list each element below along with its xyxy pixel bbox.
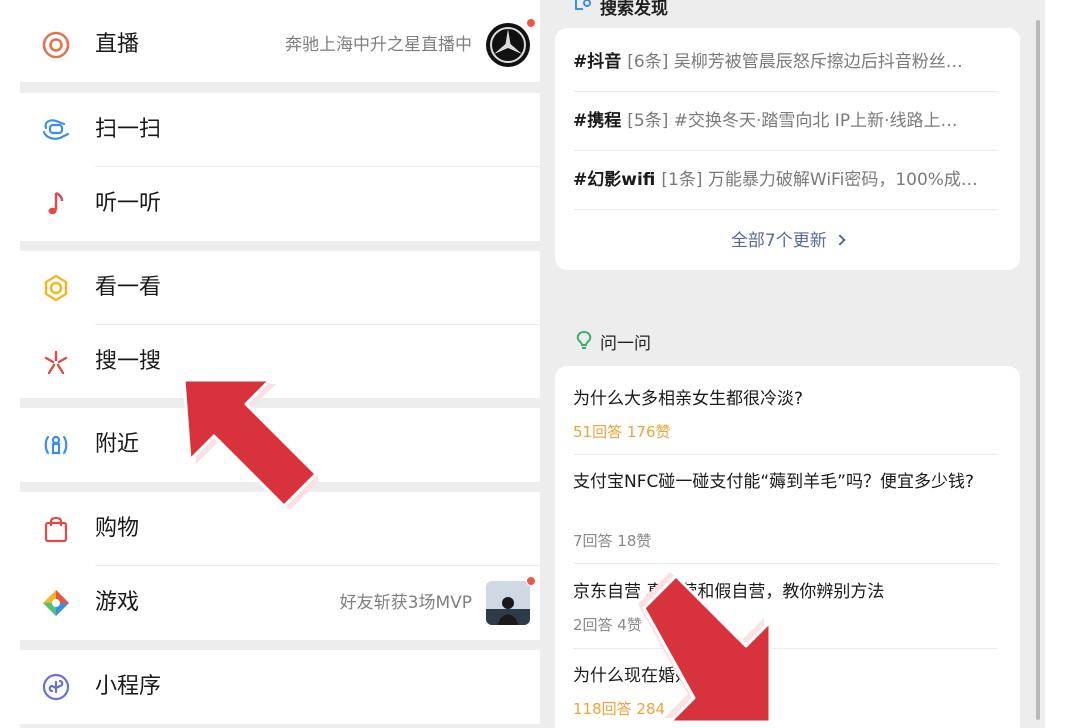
discovery-item[interactable]: #抖音 [6条] 吴柳芳被管晨辰怒斥擦边后抖音粉丝… <box>573 32 998 92</box>
discover-item-shopping-label: 购物 <box>95 516 140 541</box>
discovery-tag: #抖音 <box>573 52 622 72</box>
music-note-icon <box>40 188 72 220</box>
chevron-right-icon <box>834 234 846 246</box>
nearby-icon <box>40 429 72 461</box>
discovery-item[interactable]: #幻影wifi [1条] 万能暴力破解WiFi密码，100%成… <box>573 150 998 210</box>
question-meta: 7回答 18赞 <box>573 532 652 550</box>
discovery-text: #交换冬天·踏雪向北 IP上新·线路上… <box>673 111 958 131</box>
discover-menu: 直播 奔驰上海中升之星直播中 扫一扫 听一听 看一看 搜一搜 附近 购物 游戏 … <box>20 0 540 728</box>
live-icon <box>40 29 72 61</box>
discovery-text: 吴柳芳被管晨辰怒斥擦边后抖音粉丝… <box>673 52 963 72</box>
game-icon <box>40 587 72 619</box>
question-meta: 51回答 176赞 <box>573 423 671 441</box>
discover-item-look-label: 看一看 <box>95 275 162 300</box>
discover-item-listen-label: 听一听 <box>95 191 162 216</box>
scan-icon <box>40 114 72 146</box>
games-status-text: 好友斩获3场MVP <box>339 593 472 613</box>
games-avatar <box>486 581 530 625</box>
shopping-bag-icon <box>40 513 72 545</box>
live-status-text: 奔驰上海中升之星直播中 <box>285 35 472 55</box>
discover-group-live: 直播 奔驰上海中升之星直播中 <box>20 0 540 82</box>
discover-item-mini-programs-label: 小程序 <box>95 674 162 699</box>
discover-item-live[interactable]: 直播 奔驰上海中升之星直播中 <box>20 8 540 82</box>
divider <box>573 454 998 455</box>
question-title: 为什么大多相亲女生都很冷淡? <box>573 389 804 409</box>
discover-item-scan[interactable]: 扫一扫 <box>20 93 540 167</box>
divider <box>573 209 998 210</box>
discovery-tag: #携程 <box>573 111 622 131</box>
discover-item-look[interactable]: 看一看 <box>20 251 540 325</box>
discover-group-scan-listen: 扫一扫 听一听 <box>20 93 540 241</box>
discover-item-games[interactable]: 游戏 好友斩获3场MVP <box>20 566 540 640</box>
divider <box>573 563 998 564</box>
live-badge-dot <box>526 18 536 28</box>
discover-item-scan-label: 扫一扫 <box>95 117 162 142</box>
pointer-arrow-up-left <box>182 378 318 510</box>
discovery-tag: #幻影wifi <box>573 170 656 190</box>
discovery-text: 万能暴力破解WiFi密码，100%成… <box>707 170 978 190</box>
discover-group-shopping-games: 购物 游戏 好友斩获3场MVP <box>20 492 540 640</box>
games-badge-dot <box>526 576 536 586</box>
question-title: 支付宝NFC碰一碰支付能“薅到羊毛”吗？便宜多少钱? <box>573 472 975 492</box>
mercedes-logo <box>486 23 530 67</box>
discover-item-live-label: 直播 <box>95 32 140 57</box>
mini-program-icon <box>40 671 72 703</box>
discovery-count: [6条] <box>627 52 669 72</box>
scrollbar[interactable] <box>1036 20 1040 720</box>
discovery-more-link[interactable]: 全部7个更新 <box>555 226 1020 251</box>
lightbulb-icon <box>575 330 593 356</box>
discover-item-nearby-label: 附近 <box>95 432 140 457</box>
discovery-item[interactable]: #携程 [5条] #交换冬天·踏雪向北 IP上新·线路上… <box>573 91 998 151</box>
search-discovery-icon <box>573 0 593 18</box>
discover-item-games-label: 游戏 <box>95 590 140 615</box>
discover-group-mini-programs: 小程序 <box>20 650 540 724</box>
discovery-more-label: 全部7个更新 <box>730 231 827 251</box>
search-spark-icon <box>40 346 72 378</box>
discover-item-mini-programs[interactable]: 小程序 <box>20 650 540 724</box>
discovery-count: [5条] <box>627 111 669 131</box>
search-page: 搜索发现 #抖音 [6条] 吴柳芳被管晨辰怒斥擦边后抖音粉丝… #携程 [5条] #… <box>540 0 1045 728</box>
discover-item-search-label: 搜一搜 <box>95 349 162 374</box>
search-discovery-title: 搜索发现 <box>600 0 668 19</box>
pointer-arrow-down-right <box>638 572 772 724</box>
discover-item-listen[interactable]: 听一听 <box>20 167 540 241</box>
discovery-count: [1条] <box>661 170 703 190</box>
ask-title: 问一问 <box>600 334 651 354</box>
look-icon <box>40 272 72 304</box>
search-discovery-card: #抖音 [6条] 吴柳芳被管晨辰怒斥擦边后抖音粉丝… #携程 [5条] #交换冬天·… <box>555 28 1020 270</box>
